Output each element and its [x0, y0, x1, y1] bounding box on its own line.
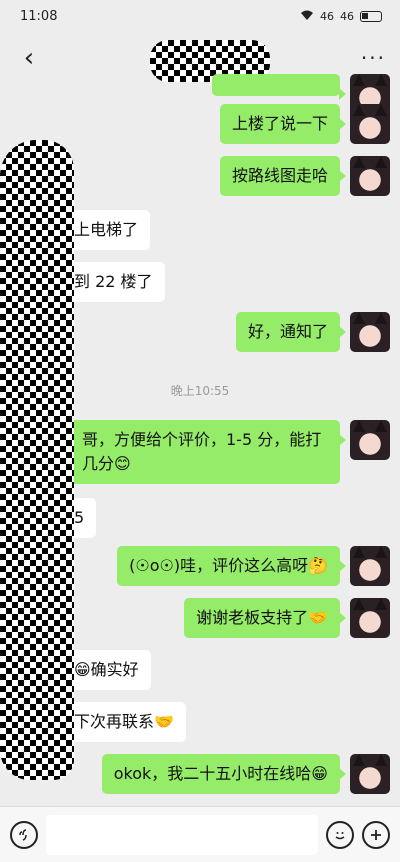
status-bar: 11:08 46 46: [0, 0, 400, 32]
message-row: 哥，方便给个评价，1-5 分，能打几分😊: [70, 420, 390, 484]
message-bubble[interactable]: 好，通知了: [235, 312, 347, 352]
message-bubble[interactable]: okok，我二十五小时在线哈😁: [101, 754, 347, 794]
wifi-icon: [300, 9, 314, 24]
message-row: 到 22 楼了: [62, 262, 165, 302]
message-bubble[interactable]: 上电梯了: [62, 210, 151, 250]
message-row: okok，我二十五小时在线哈😁: [101, 754, 390, 794]
plus-icon[interactable]: [362, 820, 390, 849]
message-bubble[interactable]: 按路线图走哈: [219, 156, 347, 196]
back-icon[interactable]: ‹: [14, 43, 44, 73]
message-row: 上楼了说一下: [219, 104, 390, 144]
avatar[interactable]: [350, 420, 390, 460]
input-bar: [0, 806, 400, 862]
avatar[interactable]: [350, 104, 390, 144]
avatar[interactable]: [350, 598, 390, 638]
message-row: 好，通知了: [235, 312, 390, 352]
redacted-avatar-area: [0, 140, 74, 780]
avatar[interactable]: [350, 546, 390, 586]
message-row: 谢谢老板支持了🤝: [184, 598, 390, 638]
avatar[interactable]: [350, 156, 390, 196]
message-input[interactable]: [46, 814, 318, 855]
status-icons: 46 46: [300, 9, 382, 24]
avatar[interactable]: [350, 754, 390, 794]
battery-icon: [360, 10, 382, 22]
message-row: 😁确实好: [62, 650, 151, 690]
status-time: 11:08: [20, 8, 58, 24]
message-row: (☉o☉)哇，评价这么高呀🤔: [117, 546, 390, 586]
message-row: 按路线图走哈: [219, 156, 390, 196]
emoji-icon[interactable]: [326, 820, 354, 849]
more-options-icon[interactable]: ···: [361, 46, 386, 70]
avatar[interactable]: [350, 312, 390, 352]
signal-icon-2: 46: [340, 9, 354, 23]
message-row: 上电梯了: [62, 210, 151, 250]
message-bubble[interactable]: 谢谢老板支持了🤝: [184, 598, 346, 638]
message-row: 下次再联系🤝: [62, 702, 186, 742]
message-bubble: [212, 74, 346, 100]
message-bubble[interactable]: 上楼了说一下: [219, 104, 347, 144]
message-bubble[interactable]: 哥，方便给个评价，1-5 分，能打几分😊: [70, 420, 346, 484]
signal-icon: 46: [320, 9, 334, 23]
message-bubble[interactable]: 到 22 楼了: [62, 262, 165, 302]
message-bubble[interactable]: 下次再联系🤝: [62, 702, 186, 742]
voice-icon[interactable]: [10, 820, 38, 849]
message-bubble[interactable]: (☉o☉)哇，评价这么高呀🤔: [117, 546, 346, 586]
message-bubble[interactable]: 😁确实好: [62, 650, 151, 690]
